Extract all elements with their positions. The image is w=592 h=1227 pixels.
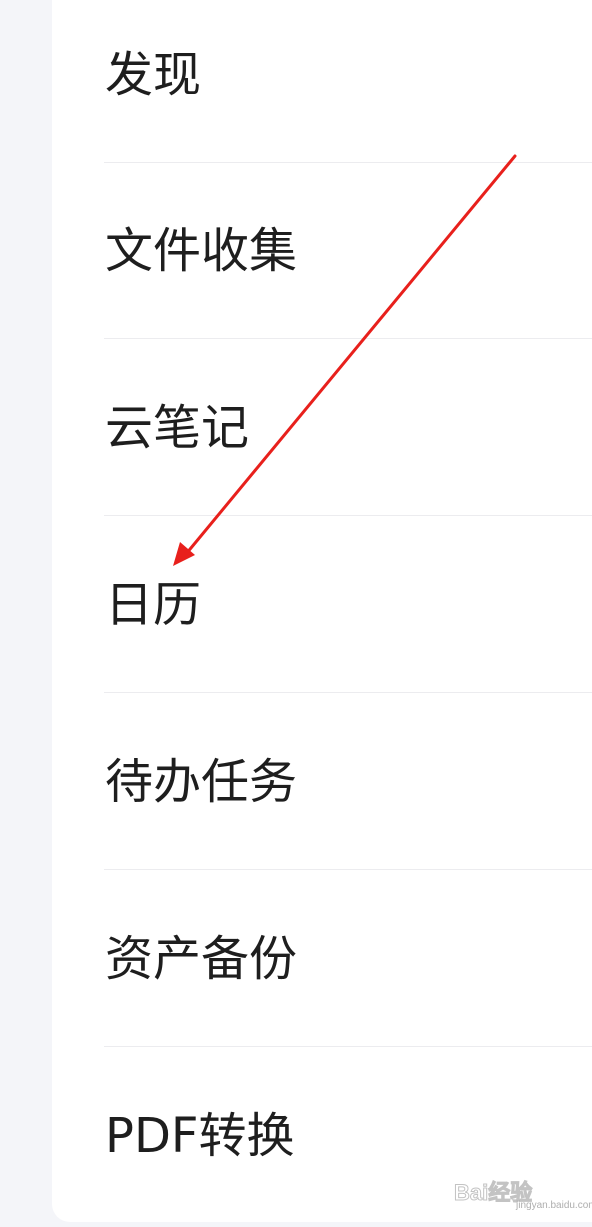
menu-item-asset-backup[interactable]: 资产备份 xyxy=(104,871,592,1047)
menu-item-label: 发现 xyxy=(105,46,202,103)
menu-item-label: 云笔记 xyxy=(105,399,250,456)
menu-item-cloud-notes[interactable]: 云笔记 xyxy=(104,340,592,516)
menu-panel: 发现 文件收集 云笔记 日历 待办任务 资产备份 PDF转换 xyxy=(52,0,592,1222)
menu-item-label: 日历 xyxy=(105,576,202,633)
menu-item-todo-tasks[interactable]: 待办任务 xyxy=(104,694,592,870)
menu-item-pdf-convert[interactable]: PDF转换 xyxy=(104,1048,592,1222)
menu-item-calendar[interactable]: 日历 xyxy=(104,517,592,693)
menu-item-file-collection[interactable]: 文件收集 xyxy=(104,163,592,339)
menu-item-label: 资产备份 xyxy=(105,930,298,987)
menu-item-label: 待办任务 xyxy=(105,753,298,810)
menu-item-label: PDF转换 xyxy=(105,1108,295,1164)
menu-item-discover[interactable]: 发现 xyxy=(104,0,592,163)
left-background-strip xyxy=(0,0,52,1227)
menu-item-label: 文件收集 xyxy=(105,222,298,279)
